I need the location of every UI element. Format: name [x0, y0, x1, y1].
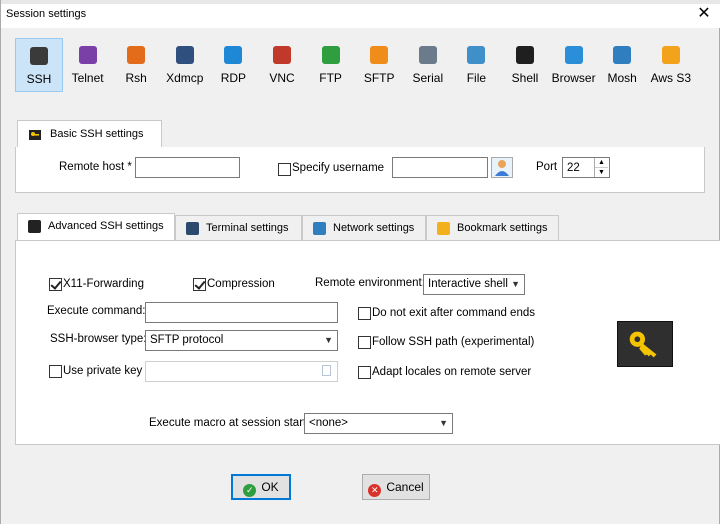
- ok-label: OK: [261, 480, 279, 494]
- ssh-browser-type-label: SSH-browser type:: [50, 333, 147, 345]
- window-title: Session settings: [6, 8, 87, 20]
- session-type-rdp[interactable]: RDP: [209, 38, 257, 92]
- remote-host-input[interactable]: [135, 157, 240, 178]
- tab-network-settings[interactable]: Network settings: [302, 215, 426, 241]
- port-spinner[interactable]: ▲ ▼: [594, 158, 608, 177]
- port-up-arrow[interactable]: ▲: [595, 158, 608, 168]
- adapt-locales-checkbox[interactable]: [358, 366, 371, 379]
- username-input[interactable]: [392, 157, 488, 178]
- port-label: Port: [536, 161, 558, 173]
- session-type-xdmcp[interactable]: Xdmcp: [161, 38, 209, 92]
- execute-macro-select[interactable]: <none> ▼: [304, 413, 453, 434]
- sftp-icon: [370, 46, 389, 64]
- tab-label: Terminal settings: [206, 222, 289, 234]
- check-icon: ✓: [243, 484, 257, 497]
- browser-icon: [564, 46, 583, 64]
- mosh-icon: [613, 46, 632, 64]
- session-type-rsh[interactable]: Rsh: [112, 38, 160, 92]
- remote-environment-select[interactable]: Interactive shell ▼: [423, 274, 525, 295]
- session-type-shell[interactable]: Shell: [501, 38, 549, 92]
- key-icon: [629, 331, 657, 358]
- compression-label: Compression: [207, 278, 275, 290]
- tab-advanced-ssh-settings[interactable]: Advanced SSH settings: [17, 213, 175, 242]
- chevron-down-icon: ▼: [324, 335, 333, 345]
- ftp-icon: [321, 46, 340, 64]
- compression-checkbox[interactable]: [193, 278, 206, 291]
- basic-settings-title: Basic SSH settings: [50, 128, 144, 140]
- session-type-ssh[interactable]: SSH: [15, 38, 63, 92]
- terminal-icon: [186, 222, 199, 235]
- tab-label: Advanced SSH settings: [48, 220, 164, 232]
- key-icon: [29, 130, 41, 140]
- do-not-exit-checkbox[interactable]: [358, 307, 371, 320]
- tab-label: Network settings: [333, 222, 415, 234]
- private-key-path-input[interactable]: [145, 361, 338, 382]
- cancel-button[interactable]: ✕ Cancel: [362, 474, 430, 500]
- basic-settings-tab: Basic SSH settings: [17, 120, 162, 148]
- ssh-key-image: [617, 321, 673, 367]
- follow-ssh-path-label: Follow SSH path (experimental): [372, 336, 535, 348]
- tab-terminal-settings[interactable]: Terminal settings: [175, 215, 302, 241]
- rdp-icon: [224, 46, 243, 64]
- vnc-icon: [273, 46, 291, 64]
- specify-username-checkbox[interactable]: [278, 163, 291, 176]
- session-type-browser[interactable]: Browser: [550, 38, 598, 92]
- session-type-sftp[interactable]: SFTP: [355, 38, 403, 92]
- session-type-file[interactable]: File: [452, 38, 500, 92]
- remote-host-label: Remote host *: [59, 161, 132, 173]
- session-type-telnet[interactable]: Telnet: [64, 38, 112, 92]
- serial-icon: [418, 46, 437, 64]
- chevron-down-icon: ▼: [439, 418, 448, 428]
- session-type-aws-s3[interactable]: Aws S3: [647, 38, 695, 92]
- session-type-vnc[interactable]: VNC: [258, 38, 306, 92]
- star-icon: [437, 222, 450, 235]
- ssh-browser-type-select[interactable]: SFTP protocol ▼: [145, 330, 338, 351]
- aws-s3-icon: [661, 46, 680, 64]
- adapt-locales-label: Adapt locales on remote server: [372, 366, 532, 378]
- file-browse-icon[interactable]: [322, 365, 331, 376]
- x11-forwarding-checkbox[interactable]: [49, 278, 62, 291]
- chevron-down-icon: ▼: [511, 279, 520, 289]
- ok-button[interactable]: ✓ OK: [231, 474, 291, 500]
- remote-environment-label: Remote environment:: [315, 277, 425, 289]
- session-type-bar: SSH Telnet Rsh Xdmcp RDP VNC FTP SFTP Serial File…: [15, 38, 705, 94]
- cancel-icon: ✕: [368, 484, 382, 497]
- session-type-ftp[interactable]: FTP: [307, 38, 355, 92]
- execute-command-input[interactable]: [145, 302, 338, 323]
- user-picker-button[interactable]: [491, 157, 513, 178]
- session-type-serial[interactable]: Serial: [404, 38, 452, 92]
- remote-environment-value: Interactive shell: [428, 278, 508, 290]
- rsh-icon: [127, 46, 146, 64]
- telnet-icon: [78, 46, 97, 64]
- file-icon: [467, 46, 486, 64]
- do-not-exit-label: Do not exit after command ends: [372, 307, 535, 319]
- tab-label: Bookmark settings: [457, 222, 548, 234]
- tab-bookmark-settings[interactable]: Bookmark settings: [426, 215, 559, 241]
- advanced-settings-panel: X11-Forwarding Compression Remote enviro…: [15, 240, 720, 445]
- network-icon: [313, 222, 326, 235]
- execute-command-label: Execute command:: [47, 305, 146, 317]
- x11-forwarding-label: X11-Forwarding: [63, 278, 144, 290]
- session-type-label: Aws S3: [650, 71, 692, 85]
- close-button[interactable]: ✕: [693, 4, 715, 24]
- use-private-key-label: Use private key: [63, 365, 143, 377]
- background-app-strip: [1, 0, 720, 4]
- port-down-arrow[interactable]: ▼: [595, 168, 608, 178]
- user-icon: [495, 160, 509, 176]
- specify-username-label: Specify username: [292, 162, 385, 174]
- execute-macro-value: <none>: [309, 417, 349, 429]
- session-type-mosh[interactable]: Mosh: [598, 38, 646, 92]
- key-icon: [28, 220, 41, 233]
- cancel-label: Cancel: [386, 480, 424, 494]
- basic-settings-panel: Remote host * Specify username Port ▲ ▼: [15, 147, 705, 193]
- shell-icon: [516, 46, 534, 64]
- xdmcp-icon: [175, 46, 194, 64]
- session-settings-dialog: Session settings ✕ SSH Telnet Rsh Xdmcp RDP V…: [0, 0, 720, 524]
- follow-ssh-path-checkbox[interactable]: [358, 336, 371, 349]
- ssh-browser-type-value: SFTP protocol: [150, 334, 224, 346]
- ssh-icon: [30, 47, 48, 65]
- use-private-key-checkbox[interactable]: [49, 365, 62, 378]
- title-bar: Session settings ✕: [1, 0, 720, 28]
- execute-macro-label: Execute macro at session start:: [149, 417, 310, 429]
